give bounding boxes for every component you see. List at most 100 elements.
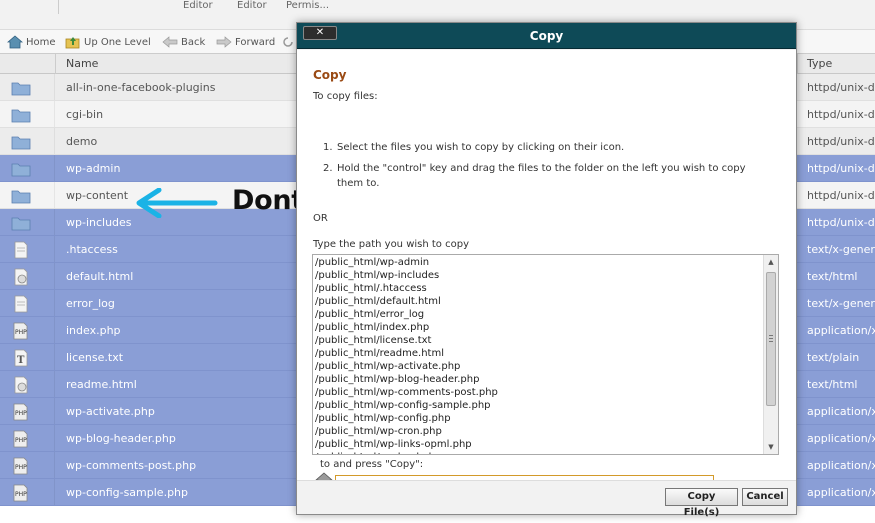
folder-icon[interactable]: [11, 187, 31, 205]
up-folder-icon: [65, 37, 80, 49]
svg-text:T: T: [17, 355, 25, 366]
folder-icon[interactable]: [11, 106, 31, 124]
path-label: Type the path you wish to copy: [313, 239, 469, 250]
up-one-level-label: Up One Level: [84, 36, 151, 48]
toolbar-editor-label[interactable]: Editor: [183, 0, 213, 11]
file-type: application/x-h: [807, 459, 875, 472]
toolbar-code-editor-label[interactable]: Editor: [237, 0, 267, 11]
home-icon: [7, 35, 23, 49]
file-type: text/x-generic: [807, 297, 875, 310]
file-name[interactable]: wp-config-sample.php: [66, 486, 188, 499]
forward-button[interactable]: Forward: [216, 33, 275, 51]
source-path-line: /public_html/wp-config.php: [315, 413, 451, 424]
file-name[interactable]: cgi-bin: [66, 108, 103, 121]
folder-icon[interactable]: [11, 79, 31, 97]
php-file-icon[interactable]: PHP: [11, 457, 31, 475]
dialog-footer: Copy File(s) Cancel: [297, 480, 796, 518]
instruction-step: 1. Select the files you wish to copy by …: [323, 142, 625, 153]
file-name[interactable]: wp-blog-header.php: [66, 432, 176, 445]
html-file-icon[interactable]: [11, 268, 31, 286]
file-name[interactable]: default.html: [66, 270, 133, 283]
file-name[interactable]: wp-admin: [66, 162, 120, 175]
file-type: httpd/unix-dire: [807, 81, 875, 94]
folder-icon[interactable]: [11, 214, 31, 232]
file-name[interactable]: license.txt: [66, 351, 123, 364]
scroll-down-icon[interactable]: ▼: [764, 440, 778, 454]
file-type: application/x-h: [807, 486, 875, 499]
plain-text-icon[interactable]: T: [11, 349, 31, 367]
file-name[interactable]: .htaccess: [66, 243, 118, 256]
toolbar-permissions-label[interactable]: Permis...: [286, 0, 329, 11]
php-file-icon[interactable]: PHP: [11, 403, 31, 421]
copy-files-button[interactable]: Copy File(s): [665, 488, 738, 518]
source-path-line: /public_html/wp-cron.php: [315, 426, 442, 437]
folder-icon[interactable]: [11, 160, 31, 178]
file-name[interactable]: error_log: [66, 297, 115, 310]
scroll-up-icon[interactable]: ▲: [764, 255, 778, 269]
back-label: Back: [181, 36, 206, 48]
file-name[interactable]: index.php: [66, 324, 121, 337]
instruction-step-text: Select the files you wish to copy by cli…: [337, 142, 625, 153]
or-label: OR: [313, 213, 328, 224]
source-path-line: /public_html/license.txt: [315, 335, 432, 346]
file-type: httpd/unix-dire: [807, 189, 875, 202]
file-type: httpd/unix-dire: [807, 162, 875, 175]
php-file-icon[interactable]: PHP: [11, 322, 31, 340]
file-type: application/x-h: [807, 432, 875, 445]
file-name[interactable]: wp-content: [66, 189, 128, 202]
file-name[interactable]: all-in-one-facebook-plugins: [66, 81, 215, 94]
dialog-title-bar[interactable]: ✕ Copy: [297, 23, 796, 49]
file-type: application/x-h: [807, 324, 875, 337]
column-separator: [55, 54, 56, 74]
source-path-line: /public_html/error_log: [315, 309, 425, 320]
home-button[interactable]: Home: [7, 33, 56, 51]
folder-icon[interactable]: [11, 133, 31, 151]
column-separator: [797, 54, 798, 74]
arrow-left-annotation-icon: [136, 188, 218, 218]
svg-text:PHP: PHP: [15, 329, 27, 336]
source-path-line: /public_html/readme.html: [315, 348, 444, 359]
scrollbar-thumb[interactable]: [766, 272, 776, 406]
file-type: text/html: [807, 270, 858, 283]
file-type: httpd/unix-dire: [807, 108, 875, 121]
file-name[interactable]: readme.html: [66, 378, 137, 391]
up-one-level-button[interactable]: Up One Level: [65, 33, 151, 51]
source-paths-textarea[interactable]: /public_html/wp-admin/public_html/wp-inc…: [312, 254, 779, 455]
paths-scrollbar[interactable]: ▲ ▼: [763, 255, 778, 454]
copy-dialog: ✕ Copy Copy To copy files: 1. Select the…: [296, 22, 797, 518]
column-header-type[interactable]: Type: [807, 57, 832, 70]
arrow-left-icon: [162, 36, 178, 48]
forward-label: Forward: [235, 36, 276, 48]
file-type: text/x-generic: [807, 243, 875, 256]
instruction-step-text: Hold the "control" key and drag the file…: [337, 163, 746, 189]
text-file-icon[interactable]: [11, 241, 31, 259]
file-name[interactable]: wp-comments-post.php: [66, 459, 196, 472]
instruction-steps: 1. Select the files you wish to copy by …: [323, 140, 763, 197]
reload-button[interactable]: [282, 33, 294, 51]
toolbar-separator: [58, 0, 59, 14]
back-button[interactable]: Back: [162, 33, 205, 51]
reload-icon: [283, 37, 293, 47]
dialog-heading: Copy: [313, 68, 347, 82]
svg-text:PHP: PHP: [15, 464, 27, 471]
column-header-name[interactable]: Name: [66, 57, 98, 70]
cancel-button[interactable]: Cancel: [742, 488, 788, 506]
file-name[interactable]: wp-includes: [66, 216, 132, 229]
arrow-right-icon: [216, 36, 232, 48]
php-file-icon[interactable]: PHP: [11, 430, 31, 448]
source-path-line: /public_html/wp-activate.php: [315, 361, 461, 372]
text-file-icon[interactable]: [11, 295, 31, 313]
source-path-line: /public_html/wp-admin: [315, 257, 430, 268]
dialog-title: Copy: [529, 29, 564, 43]
source-path-line: /public_html/wp-config-sample.php: [315, 400, 491, 411]
svg-text:PHP: PHP: [15, 437, 27, 444]
html-file-icon[interactable]: [11, 376, 31, 394]
instruction-step: 2. Hold the "control" key and drag the f…: [323, 163, 746, 189]
file-name[interactable]: wp-activate.php: [66, 405, 155, 418]
source-path-line: /public_html/wp-comments-post.php: [315, 387, 498, 398]
file-type: httpd/unix-dire: [807, 135, 875, 148]
file-name[interactable]: demo: [66, 135, 97, 148]
php-file-icon[interactable]: PHP: [11, 484, 31, 502]
source-path-line: /public_html/index.php: [315, 322, 430, 333]
source-path-line: /public_html/wp-blog-header.php: [315, 374, 480, 385]
